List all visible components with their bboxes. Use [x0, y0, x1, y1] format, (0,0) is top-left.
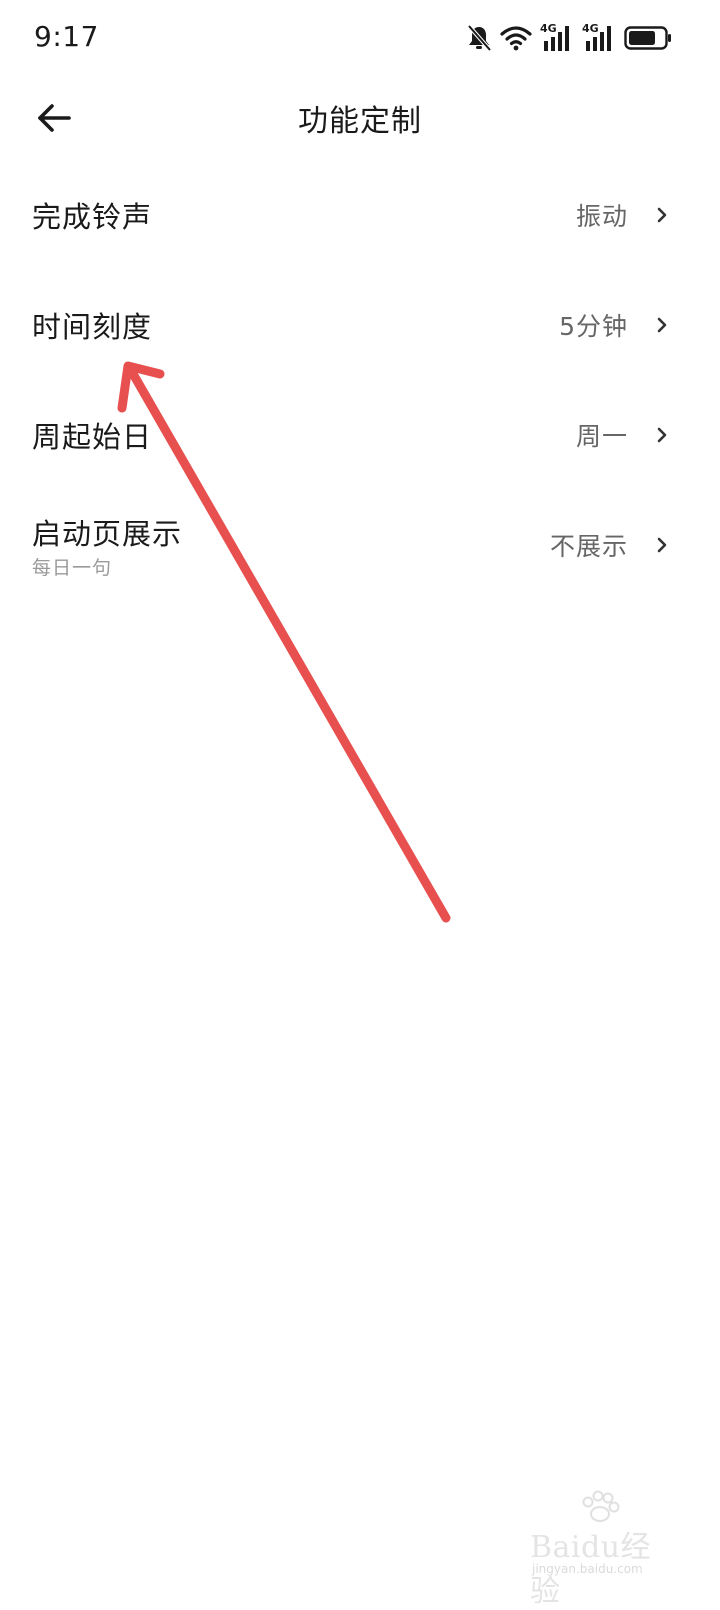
setting-value: 不展示: [549, 532, 628, 561]
signal-icon: 4G: [540, 23, 574, 53]
setting-value: 周一: [575, 422, 628, 451]
settings-list: 完成铃声 振动 时间刻度 5分钟 周起始日 周一 启动页展示 每日一句 不展示: [0, 160, 720, 600]
setting-label: 完成铃声: [32, 200, 153, 234]
setting-label: 时间刻度: [32, 310, 153, 344]
header: 功能定制: [0, 78, 720, 158]
bell-off-icon: [467, 24, 492, 52]
watermark-url: jingyan.baidu.com: [532, 1562, 643, 1576]
setting-row-week-start[interactable]: 周起始日 周一: [0, 380, 720, 490]
setting-value: 5分钟: [559, 312, 628, 341]
chevron-right-icon: [657, 427, 667, 443]
baidu-jingyan-watermark: Baidu经验 jingyan.baidu.com: [530, 1490, 670, 1609]
setting-label: 周起始日: [32, 420, 153, 454]
setting-row-launch-page[interactable]: 启动页展示 每日一句 不展示: [0, 490, 720, 600]
setting-label-group: 启动页展示 每日一句: [32, 514, 182, 582]
battery-icon: [624, 26, 671, 50]
signal-icon: 4G: [582, 23, 616, 53]
setting-sublabel: 每日一句: [32, 557, 113, 579]
status-time: 9:17: [34, 20, 99, 53]
chevron-right-icon: [657, 537, 667, 553]
page-title: 功能定制: [298, 104, 422, 139]
status-bar: 9:17 4G 4G: [0, 0, 720, 78]
status-icons: 4G 4G: [466, 22, 672, 54]
chevron-right-icon: [657, 207, 667, 223]
setting-label: 启动页展示: [32, 517, 183, 551]
setting-value: 振动: [575, 202, 628, 231]
wifi-icon: [500, 26, 532, 51]
setting-row-completion-ringtone[interactable]: 完成铃声 振动: [0, 160, 720, 270]
setting-row-time-scale[interactable]: 时间刻度 5分钟: [0, 270, 720, 380]
paw-icon: [582, 1490, 620, 1522]
chevron-right-icon: [657, 317, 667, 333]
